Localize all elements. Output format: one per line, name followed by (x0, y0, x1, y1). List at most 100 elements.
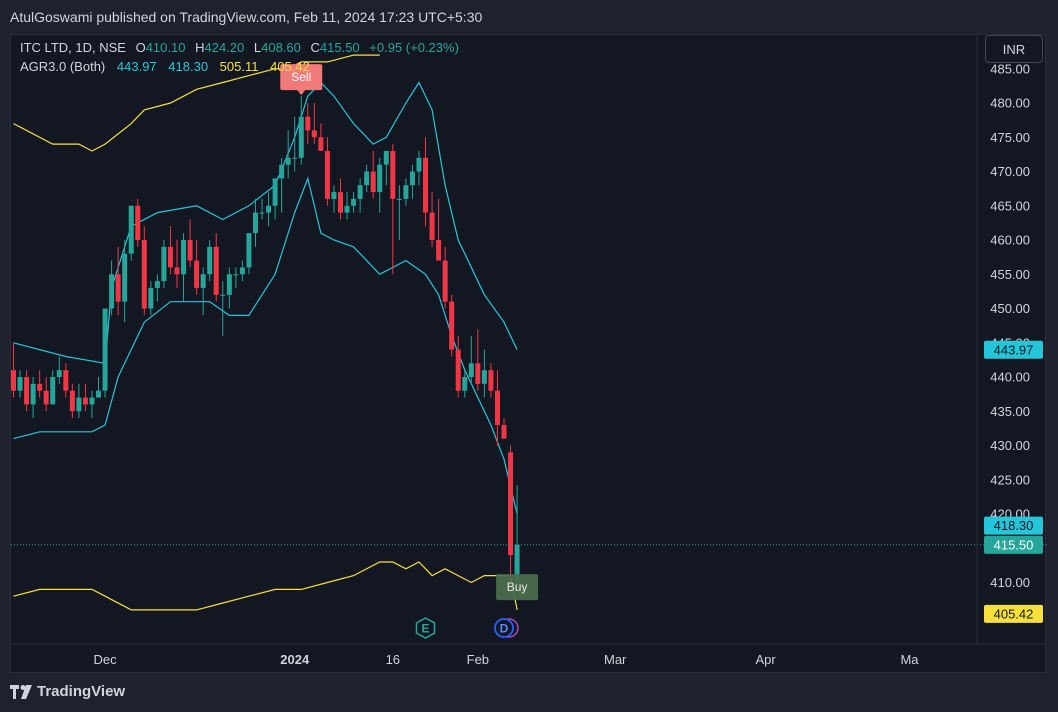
dividend-event-icon: D (494, 618, 519, 638)
candle-body (494, 390, 500, 425)
price-chart[interactable]: SellBuyED410.00415.00420.00425.00430.004… (11, 35, 1047, 674)
candle (501, 418, 507, 439)
candle-body (37, 383, 43, 391)
candle-body (76, 397, 82, 412)
candle-body (331, 192, 337, 199)
candle-body (115, 274, 121, 302)
candle (351, 192, 357, 213)
buy-signal-label: Buy (507, 580, 528, 594)
time-axis-tick-label: 2024 (280, 652, 310, 667)
candle (76, 383, 82, 419)
candle (364, 164, 370, 193)
price-tag: 418.30 (984, 516, 1043, 535)
candle-body (207, 246, 213, 275)
candle-body (357, 185, 363, 199)
candle (200, 267, 206, 316)
indicator-legend: AGR3.0 (Both) 443.97 418.30 505.11 405.4… (20, 59, 312, 74)
indicator-value-lower-envelope: 405.42 (270, 59, 310, 74)
candle-body (409, 171, 415, 186)
candle (96, 377, 102, 398)
sell-signal-pointer (297, 90, 306, 96)
price-tag-label: 415.50 (994, 537, 1034, 552)
candle-body (416, 157, 422, 172)
indicator-name[interactable]: AGR3.0 (Both) (20, 59, 105, 74)
symbol-title[interactable]: ITC LTD, 1D, NSE (20, 40, 126, 55)
tradingview-logo[interactable]: TradingView (10, 683, 125, 700)
candle (187, 219, 193, 268)
candle (233, 267, 239, 288)
candle-body (24, 377, 30, 405)
candle (50, 370, 56, 405)
candle (24, 370, 30, 412)
candle-body (43, 390, 49, 405)
open-value: 410.10 (145, 40, 186, 55)
candle (154, 274, 160, 302)
chart-pane[interactable]: SellBuyED410.00415.00420.00425.00430.004… (10, 34, 1047, 674)
candle-body (213, 246, 219, 295)
upper-band-line (13, 81, 518, 365)
candle (135, 198, 141, 247)
candle-body (154, 281, 160, 288)
candle-body (69, 390, 75, 412)
candle-body (161, 246, 167, 282)
candle (305, 103, 311, 145)
candle (455, 335, 461, 398)
time-axis-tick-label: Ma (900, 652, 919, 667)
buy-signal: Buy (496, 574, 539, 601)
candle (239, 260, 245, 282)
tradingview-logo-icon (10, 684, 32, 699)
candle (344, 192, 350, 220)
candle (416, 150, 422, 186)
candle (449, 294, 455, 357)
currency-button[interactable]: INR (985, 35, 1043, 63)
candle (494, 370, 500, 446)
candle (436, 198, 442, 261)
candle (311, 103, 317, 145)
candle (370, 150, 376, 199)
publish-header: AtulGoswami published on TradingView.com… (0, 0, 1058, 34)
lower-envelope-line (13, 561, 518, 611)
candle-body (488, 370, 494, 391)
candle-body (96, 390, 102, 398)
candle-body (226, 274, 232, 295)
price-axis-tick-label: 475.00 (990, 130, 1030, 145)
candle (279, 157, 285, 213)
candle (475, 329, 481, 391)
candle-body (50, 377, 56, 405)
time-axis-tick-label: Feb (467, 652, 489, 667)
candle-body (187, 240, 193, 261)
high-value: 424.20 (204, 40, 245, 55)
candle-body (455, 349, 461, 391)
candle-body (508, 452, 514, 556)
candle (383, 150, 389, 186)
candle-body (468, 363, 474, 377)
candle-body (30, 383, 36, 405)
price-tag-label: 405.42 (994, 606, 1034, 621)
candle-body (63, 370, 69, 391)
candle (69, 383, 75, 419)
price-tag-label: 443.97 (994, 342, 1034, 357)
candle (377, 157, 383, 213)
candle-body (383, 150, 389, 165)
candle (56, 356, 62, 384)
candle (266, 192, 272, 227)
candle (141, 226, 147, 316)
price-axis-tick-label: 465.00 (990, 198, 1030, 213)
candle-body (135, 205, 141, 240)
candle-body (305, 116, 311, 131)
candle (37, 370, 43, 398)
candle (259, 198, 265, 220)
price-axis-tick-label: 455.00 (990, 267, 1030, 282)
candle (194, 240, 200, 295)
candle (331, 185, 337, 213)
candle-body (501, 424, 507, 439)
earnings-event-icon: E (415, 617, 436, 639)
candle-body (11, 370, 16, 391)
candle (220, 281, 226, 336)
candle-body (194, 260, 200, 288)
candle-body (279, 164, 285, 179)
candle (17, 370, 23, 398)
candle (109, 260, 115, 316)
candle-body (318, 137, 324, 151)
candle-body (128, 205, 134, 254)
